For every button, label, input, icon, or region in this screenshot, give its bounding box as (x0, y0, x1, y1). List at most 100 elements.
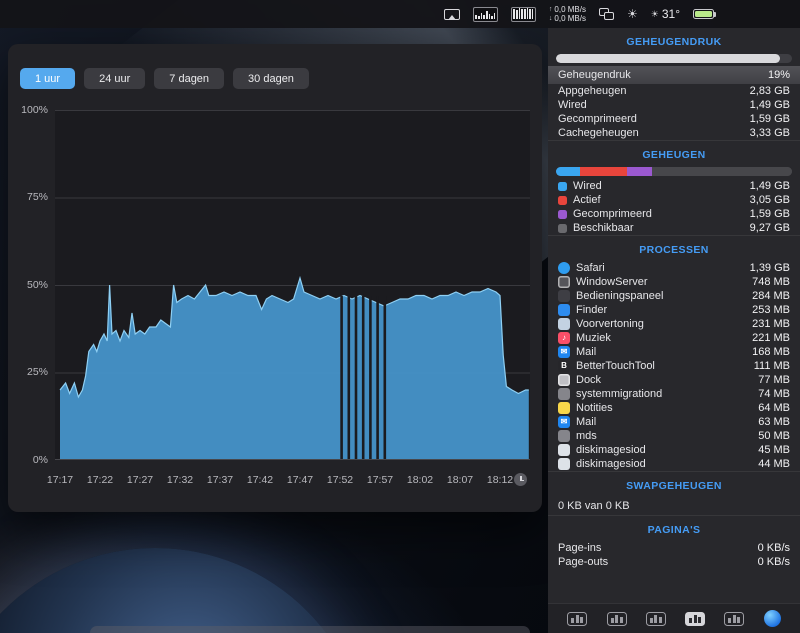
x-axis-tick: 18:07 (446, 474, 474, 486)
legend-label: Wired (573, 180, 602, 192)
weather-menubar-widget[interactable]: ☀ 31° (651, 7, 680, 21)
finder-icon (558, 304, 570, 316)
memory-bar-segment (556, 167, 580, 176)
download-arrow-icon: ↓ (548, 15, 553, 22)
process-memory: 111 MB (753, 360, 790, 372)
time-range-button-7-dagen[interactable]: 7 dagen (154, 68, 225, 89)
weather-widget-icon[interactable] (763, 610, 781, 627)
window-layers-icon[interactable] (599, 8, 614, 20)
section-header-geheugen: GEHEUGEN (548, 140, 800, 166)
x-axis-tick: 17:47 (286, 474, 314, 486)
legend-color-swatch (558, 181, 567, 191)
memory-widget-icon[interactable] (685, 611, 706, 626)
process-memory: 168 MB (752, 346, 790, 358)
process-memory: 45 MB (758, 444, 790, 456)
y-axis-tick: 50% (26, 278, 48, 291)
widget-toolbar (548, 603, 800, 633)
windowserver-icon (558, 276, 570, 288)
stat-value: 1,49 GB (749, 99, 790, 111)
process-memory: 63 MB (758, 416, 790, 428)
process-row: systemmigrationd 74 MB (548, 387, 800, 401)
process-memory: 284 MB (752, 290, 790, 302)
process-row: Safari 1,39 GB (548, 261, 800, 275)
process-row: Dock 77 MB (548, 373, 800, 387)
process-row: B BetterTouchTool 111 MB (548, 359, 800, 373)
pressure-stat-row: Gecomprimeerd 1,59 GB (548, 112, 800, 126)
history-clock-icon[interactable] (514, 473, 527, 486)
mail-icon: ✉ (558, 416, 570, 428)
memory-usage-chart (55, 110, 530, 461)
diskimage-icon (558, 444, 570, 456)
battery-icon[interactable] (693, 9, 716, 19)
x-axis-tick: 17:42 (246, 474, 274, 486)
menu-bar: ↑ 0,0 MB/s ↓ 0,0 MB/s ☀ ☀ 31° (0, 0, 800, 28)
network-menubar-widget[interactable]: ↑ 0,0 MB/s ↓ 0,0 MB/s (549, 5, 586, 23)
memory-bar-segment (651, 167, 792, 176)
x-axis-tick: 18:12 (486, 474, 514, 486)
time-range-button-24-uur[interactable]: 24 uur (84, 68, 146, 89)
memory-graph-icon[interactable] (510, 6, 536, 22)
screen-mirroring-icon[interactable] (443, 8, 460, 20)
wallpaper-planet (0, 548, 370, 633)
legend-label: Actief (573, 194, 601, 206)
memory-legend-row: Actief 3,05 GB (548, 193, 800, 207)
x-axis-tick: 17:22 (86, 474, 114, 486)
process-name: diskimagesiod (576, 458, 646, 470)
process-memory: 44 MB (758, 458, 790, 470)
cpu-widget-icon[interactable] (567, 611, 588, 626)
process-row: ✉ Mail 63 MB (548, 415, 800, 429)
process-name: Notities (576, 402, 613, 414)
process-name: mds (576, 430, 597, 442)
bettertouchtool-icon: B (558, 360, 570, 372)
pressure-label: Geheugendruk (558, 69, 631, 81)
notes-icon (558, 402, 570, 414)
process-name: Mail (576, 346, 597, 358)
process-name: Mail (576, 416, 597, 428)
memory-legend-row: Beschikbaar 9,27 GB (548, 221, 800, 235)
stat-label: Appgeheugen (558, 85, 627, 97)
swap-usage-text: 0 KB van 0 KB (558, 500, 630, 512)
process-name: WindowServer (576, 276, 648, 288)
stat-label: Gecomprimeerd (558, 113, 637, 125)
section-header-swapgeheugen: SWAPGEHEUGEN (548, 471, 800, 497)
stat-label: Cachegeheugen (558, 127, 639, 139)
memory-usage-area-chart (55, 110, 530, 461)
legend-value: 1,49 GB (749, 180, 790, 192)
process-name: Finder (576, 304, 608, 316)
process-row: Voorvertoning 231 MB (548, 317, 800, 331)
process-name: Safari (576, 262, 605, 274)
time-range-tabs: 1 uur 24 uur 7 dagen 30 dagen (20, 68, 309, 89)
mds-icon (558, 430, 570, 442)
control-panel-icon (558, 290, 570, 302)
sensors-widget-icon[interactable] (724, 611, 745, 626)
section-header-geheugendruk: GEHEUGENDRUK (626, 36, 722, 48)
process-memory: 231 MB (752, 318, 790, 330)
time-range-button-30-dagen[interactable]: 30 dagen (233, 68, 309, 89)
process-row: ✉ Mail 168 MB (548, 345, 800, 359)
process-row: mds 50 MB (548, 429, 800, 443)
process-name: Dock (576, 374, 602, 386)
brightness-sun-icon[interactable]: ☀ (627, 8, 638, 20)
mail-icon: ✉ (558, 346, 570, 358)
x-axis-tick: 17:17 (46, 474, 74, 486)
memory-bar-segment (579, 167, 627, 176)
process-memory: 253 MB (752, 304, 790, 316)
gpu-widget-icon[interactable] (606, 611, 627, 626)
memory-bar-segment (626, 167, 652, 176)
x-axis-tick: 17:57 (366, 474, 394, 486)
stat-value: 2,83 GB (749, 85, 790, 97)
temperature-value: 31° (661, 7, 680, 21)
memory-legend-row: Gecomprimeerd 1,59 GB (548, 207, 800, 221)
systemmigrationd-icon (558, 388, 570, 400)
upload-arrow-icon: ↑ (548, 6, 553, 13)
page-stat-label: Page-outs (558, 556, 609, 568)
cpu-graph-icon[interactable] (472, 6, 498, 22)
network-upload-speed: 0,0 MB/s (554, 5, 586, 14)
process-row: Notities 64 MB (548, 401, 800, 415)
x-axis-tick: 18:02 (406, 474, 434, 486)
time-range-button-1-uur[interactable]: 1 uur (20, 68, 76, 89)
disk-widget-icon[interactable] (645, 611, 666, 626)
dock[interactable] (90, 626, 530, 633)
page-stat-row: Page-outs 0 KB/s (548, 555, 800, 569)
process-memory: 50 MB (758, 430, 790, 442)
